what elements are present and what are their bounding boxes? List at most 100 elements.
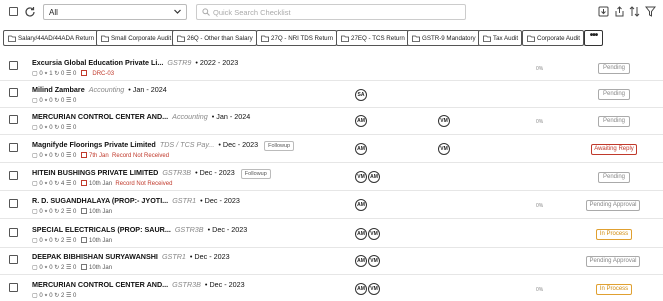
chip-gstr9[interactable]: GSTR-9 Mandatory (407, 30, 480, 46)
chip-small-corporate-audit[interactable]: Small Corporate Audit (96, 30, 176, 46)
checklist-row[interactable]: Excursia Global Education Private Li... … (0, 54, 663, 81)
row-title[interactable]: SPECIAL ELECTRICALS (PROP: SAUR... GSTR3… (32, 225, 247, 234)
assignee-avatar[interactable]: VM (355, 171, 367, 183)
assignee-avatar[interactable]: VM (368, 255, 380, 267)
followup-badge[interactable]: Followup (240, 169, 271, 179)
task-type: GSTR3B (174, 225, 204, 234)
filter-icon[interactable] (645, 6, 656, 17)
chip-label: Tax Audit (493, 35, 519, 42)
row-title[interactable]: DEEPAK BIBHISHAN SURYAWANSHI GSTR1 • Dec… (32, 252, 230, 261)
row-meta: ▢ 0 ⭑ 0 ↻ 0 ☰ 0 (32, 97, 80, 105)
chip-tax-audit[interactable]: Tax Audit (478, 30, 523, 46)
task-type: Accounting (172, 112, 208, 121)
chip-label: 26Q - Other than Salary (187, 35, 253, 42)
row-checkbox[interactable] (9, 171, 18, 180)
task-type: GSTR3B (172, 280, 201, 289)
row-title[interactable]: MERCURIAN CONTROL CENTER AND... Accounti… (32, 112, 250, 121)
status-badge[interactable]: Pending (598, 116, 630, 127)
share-icon[interactable] (614, 6, 625, 17)
row-meta: ▢ 0 ⭑ 0 ↻ 2 ☰ 0 10th Jan (32, 264, 115, 272)
checklist-row[interactable]: Milind Zambare Accounting • Jan - 2024 ▢… (0, 81, 663, 108)
row-counts: ▢ 0 ⭑ 0 ↻ 2 ☰ 0 (32, 238, 77, 244)
folder-icon (261, 35, 269, 42)
row-title[interactable]: HITEIN BUSHINGS PRIVATE LIMITED GSTR3B •… (32, 168, 271, 179)
refresh-icon[interactable] (24, 6, 36, 18)
status-badge[interactable]: Pending Approval (586, 256, 640, 267)
chip-label: 27EQ - TCS Return (351, 35, 405, 42)
row-checkbox[interactable] (9, 283, 18, 292)
chip-label: GSTR-9 Mandatory (422, 35, 476, 42)
checklist-row[interactable]: R. D. SUGANDHALAYA (PROP:- JYOTI... GSTR… (0, 192, 663, 219)
chip-corporate-audit[interactable]: Corporate Audit (522, 30, 584, 46)
chip-27q[interactable]: 27Q - NRI TDS Return (256, 30, 338, 46)
row-checkbox[interactable] (9, 115, 18, 124)
status-badge[interactable]: Awaiting Reply (591, 144, 637, 155)
folder-icon (341, 35, 349, 42)
search-input[interactable]: Quick Search Checklist (196, 4, 466, 20)
row-checkbox[interactable] (9, 88, 18, 97)
row-counts: ▢ 0 ⭑ 0 ↻ 0 ☰ 0 (32, 153, 77, 159)
assignee-avatar[interactable]: AM (355, 199, 367, 211)
task-period: 2022 - 2023 (199, 58, 239, 67)
select-all-checkbox[interactable] (9, 7, 18, 16)
status-badge[interactable]: Pending (598, 63, 630, 74)
chip-26q[interactable]: 26Q - Other than Salary (172, 30, 257, 46)
sort-icon[interactable] (629, 6, 640, 17)
status-badge[interactable]: In Process (596, 284, 632, 295)
due-date: 7th Jan (89, 153, 109, 159)
row-checkbox[interactable] (9, 143, 18, 152)
chip-salary-return[interactable]: Salary/44AD/44ADA Return (3, 30, 99, 46)
assignee-avatar[interactable]: AM (355, 228, 367, 240)
client-name: SPECIAL ELECTRICALS (PROP: SAUR... (32, 225, 171, 234)
checklist-row[interactable]: Magnifyde Floorings Private Limited TDS … (0, 136, 663, 163)
row-title[interactable]: MERCURIAN CONTROL CENTER AND... GSTR3B •… (32, 280, 245, 289)
filter-select[interactable]: All (43, 4, 187, 20)
task-type: GSTR1 (161, 252, 186, 261)
record-status: Record Not Received (115, 181, 173, 187)
assignee-avatar[interactable]: AM (368, 171, 380, 183)
chevron-down-icon (174, 9, 181, 14)
status-badge[interactable]: In Process (596, 229, 632, 240)
row-checkbox[interactable] (9, 228, 18, 237)
row-title[interactable]: Excursia Global Education Private Li... … (32, 58, 238, 67)
assignee-avatar[interactable]: AM (355, 255, 367, 267)
checklist-row[interactable]: DEEPAK BIBHISHAN SURYAWANSHI GSTR1 • Dec… (0, 248, 663, 275)
assignee-avatar[interactable]: VM (368, 283, 380, 295)
calendar-icon (81, 237, 88, 243)
status-badge[interactable]: Pending (598, 172, 630, 183)
checklist-row[interactable]: MERCURIAN CONTROL CENTER AND... GSTR3B •… (0, 276, 663, 301)
row-checkbox[interactable] (9, 61, 18, 70)
chip-27eq[interactable]: 27EQ - TCS Return (336, 30, 409, 46)
assignee-avatar[interactable]: VM (368, 228, 380, 240)
assignee-avatar[interactable]: SA (355, 89, 367, 101)
due-date: 10th Jan (89, 209, 113, 215)
row-checkbox[interactable] (9, 255, 18, 264)
followup-badge[interactable]: Followup (264, 141, 295, 151)
checklist-row[interactable]: HITEIN BUSHINGS PRIVATE LIMITED GSTR3B •… (0, 164, 663, 191)
folder-icon (177, 35, 185, 42)
assignee-avatar[interactable]: AM (355, 115, 367, 127)
task-period: Jan - 2024 (216, 112, 251, 121)
calendar-icon (81, 264, 88, 270)
assignee-avatar[interactable]: VM (438, 115, 450, 127)
client-name: MERCURIAN CONTROL CENTER AND... (32, 280, 169, 289)
assignee-avatar[interactable]: AM (355, 283, 367, 295)
row-counts: ▢ 0 ⭑ 0 ↻ 2 ☰ 0 (32, 209, 77, 215)
search-placeholder: Quick Search Checklist (213, 8, 291, 17)
row-title[interactable]: Milind Zambare Accounting • Jan - 2024 (32, 85, 167, 94)
assignee-avatar[interactable]: VM (438, 143, 450, 155)
assignee-avatar[interactable]: AM (355, 143, 367, 155)
checklist-row[interactable]: MERCURIAN CONTROL CENTER AND... Accounti… (0, 108, 663, 135)
row-title[interactable]: Magnifyde Floorings Private Limited TDS … (32, 140, 295, 151)
progress-text: 0% (536, 66, 544, 72)
progress-text: 0% (536, 203, 544, 209)
row-checkbox[interactable] (9, 199, 18, 208)
download-icon[interactable] (598, 6, 609, 17)
checklist-row[interactable]: SPECIAL ELECTRICALS (PROP: SAUR... GSTR3… (0, 221, 663, 248)
row-meta: ▢ 0 ⭑ 0 ↻ 0 ☰ 0 (32, 124, 80, 132)
row-meta: ▢ 0 ⭑ 0 ↻ 2 ☰ 0 10th Jan (32, 208, 115, 216)
status-badge[interactable]: Pending (598, 89, 630, 100)
more-chips-button[interactable]: ••• (584, 30, 603, 46)
row-title[interactable]: R. D. SUGANDHALAYA (PROP:- JYOTI... GSTR… (32, 196, 240, 205)
status-badge[interactable]: Pending Approval (586, 200, 640, 211)
